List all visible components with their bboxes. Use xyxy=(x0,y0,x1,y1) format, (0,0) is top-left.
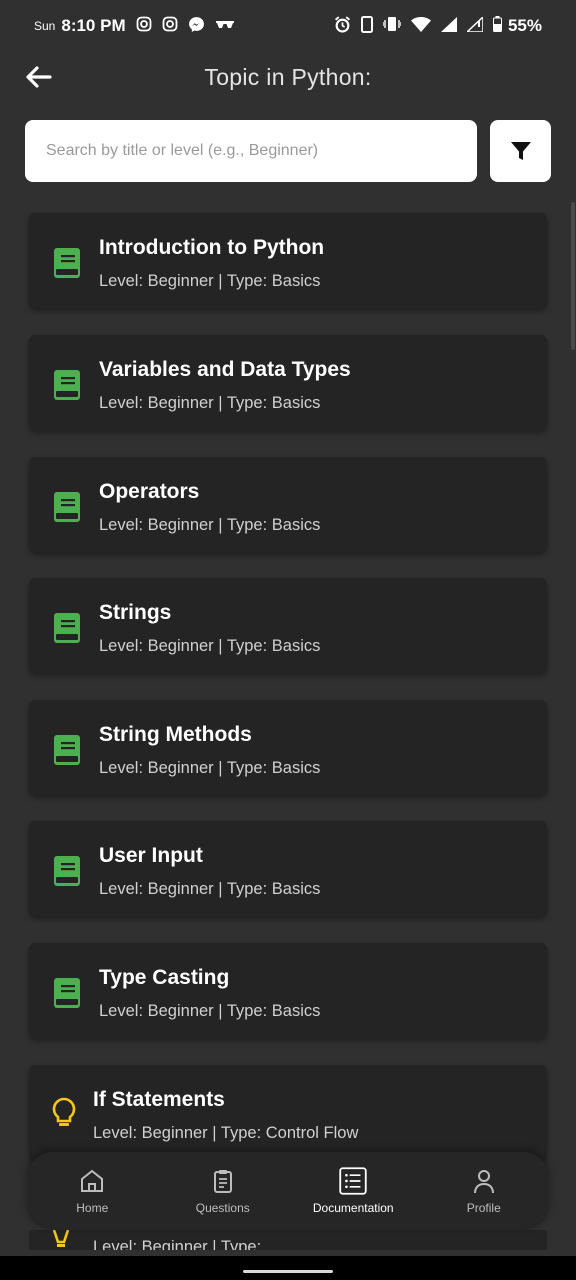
topic-title: Introduction to Python xyxy=(99,236,325,259)
topic-card[interactable]: Variables and Data Types Level: Beginner… xyxy=(29,335,547,430)
topic-card[interactable]: Introduction to Python Level: Beginner |… xyxy=(29,213,547,308)
page-title: Topic in Python: xyxy=(204,64,372,90)
lightbulb-icon xyxy=(52,1097,76,1126)
topic-subtitle: Level: Beginner | Type: Basics xyxy=(99,516,321,534)
messenger-icon xyxy=(188,16,205,37)
phone-icon xyxy=(360,15,373,37)
book-icon xyxy=(54,735,80,765)
topic-title: User Input xyxy=(99,844,203,867)
book-icon xyxy=(54,248,80,278)
nav-label: Home xyxy=(76,1201,109,1215)
vibrate-icon xyxy=(382,16,402,36)
topic-title: String Methods xyxy=(99,723,252,746)
system-navigation-bar xyxy=(0,1256,576,1280)
topic-title: Variables and Data Types xyxy=(99,358,351,381)
instagram-icon xyxy=(136,16,152,36)
topic-subtitle: Level: Beginner | Type: Basics xyxy=(99,637,321,655)
nav-profile[interactable]: Profile xyxy=(419,1167,549,1215)
glasses-icon xyxy=(215,18,235,34)
signal-icon xyxy=(440,16,457,36)
nav-label: Profile xyxy=(466,1201,501,1215)
scrollbar[interactable] xyxy=(571,202,575,350)
topic-card[interactable]: User Input Level: Beginner | Type: Basic… xyxy=(29,821,547,916)
instagram-icon xyxy=(162,16,178,36)
book-icon xyxy=(54,856,80,886)
topic-card[interactable]: Operators Level: Beginner | Type: Basics xyxy=(29,457,547,552)
topic-subtitle: Level: Beginner | Type: ... xyxy=(93,1238,280,1250)
signal-icon xyxy=(465,14,484,36)
search-box[interactable] xyxy=(25,120,477,182)
battery-icon xyxy=(492,16,502,36)
book-icon xyxy=(54,613,80,643)
topic-card-partial[interactable]: Level: Beginner | Type: ... xyxy=(29,1230,547,1250)
app-bar: Topic in Python: xyxy=(0,52,576,104)
lightbulb-icon xyxy=(52,1230,70,1247)
topic-title: If Statements xyxy=(93,1088,225,1111)
topic-subtitle: Level: Beginner | Type: Basics xyxy=(99,272,321,290)
topic-card[interactable]: Strings Level: Beginner | Type: Basics xyxy=(29,578,547,673)
alarm-icon xyxy=(334,15,351,37)
topic-card[interactable]: Type Casting Level: Beginner | Type: Bas… xyxy=(29,943,547,1038)
topic-title: Operators xyxy=(99,480,200,503)
topic-subtitle: Level: Beginner | Type: Basics xyxy=(99,880,321,898)
person-icon xyxy=(473,1170,494,1194)
status-day: Sun xyxy=(34,19,56,33)
search-input[interactable] xyxy=(44,141,477,161)
topic-card[interactable]: If Statements Level: Beginner | Type: Co… xyxy=(29,1065,547,1160)
battery-percent: 55% xyxy=(507,16,542,35)
bottom-navigation: Home Questions Documentation Profile xyxy=(27,1152,549,1230)
topic-subtitle: Level: Beginner | Type: Basics xyxy=(99,759,321,777)
topic-card[interactable]: String Methods Level: Beginner | Type: B… xyxy=(29,700,547,795)
list-icon xyxy=(339,1167,367,1195)
home-icon xyxy=(81,1169,104,1192)
filter-button[interactable] xyxy=(490,120,551,182)
nav-label: Documentation xyxy=(312,1201,394,1215)
topic-subtitle: Level: Beginner | Type: Control Flow xyxy=(93,1124,359,1142)
status-time: 8:10 PM xyxy=(61,16,126,35)
topic-subtitle: Level: Beginner | Type: Basics xyxy=(99,1002,321,1020)
book-icon xyxy=(54,492,80,522)
wifi-icon xyxy=(410,16,431,36)
topic-subtitle: Level: Beginner | Type: Basics xyxy=(99,394,321,412)
filter-icon xyxy=(510,142,531,160)
nav-label: Questions xyxy=(195,1201,250,1215)
topic-title: Type Casting xyxy=(99,966,230,989)
topic-title: Strings xyxy=(99,601,172,624)
status-bar: Sun 8:10 PM 55% xyxy=(0,0,576,52)
nav-questions[interactable]: Questions xyxy=(158,1167,288,1215)
nav-documentation[interactable]: Documentation xyxy=(288,1167,418,1215)
home-gesture-handle[interactable] xyxy=(243,1270,333,1273)
book-icon xyxy=(54,978,80,1008)
nav-home[interactable]: Home xyxy=(27,1167,157,1215)
clipboard-icon xyxy=(213,1170,232,1193)
book-icon xyxy=(54,370,80,400)
